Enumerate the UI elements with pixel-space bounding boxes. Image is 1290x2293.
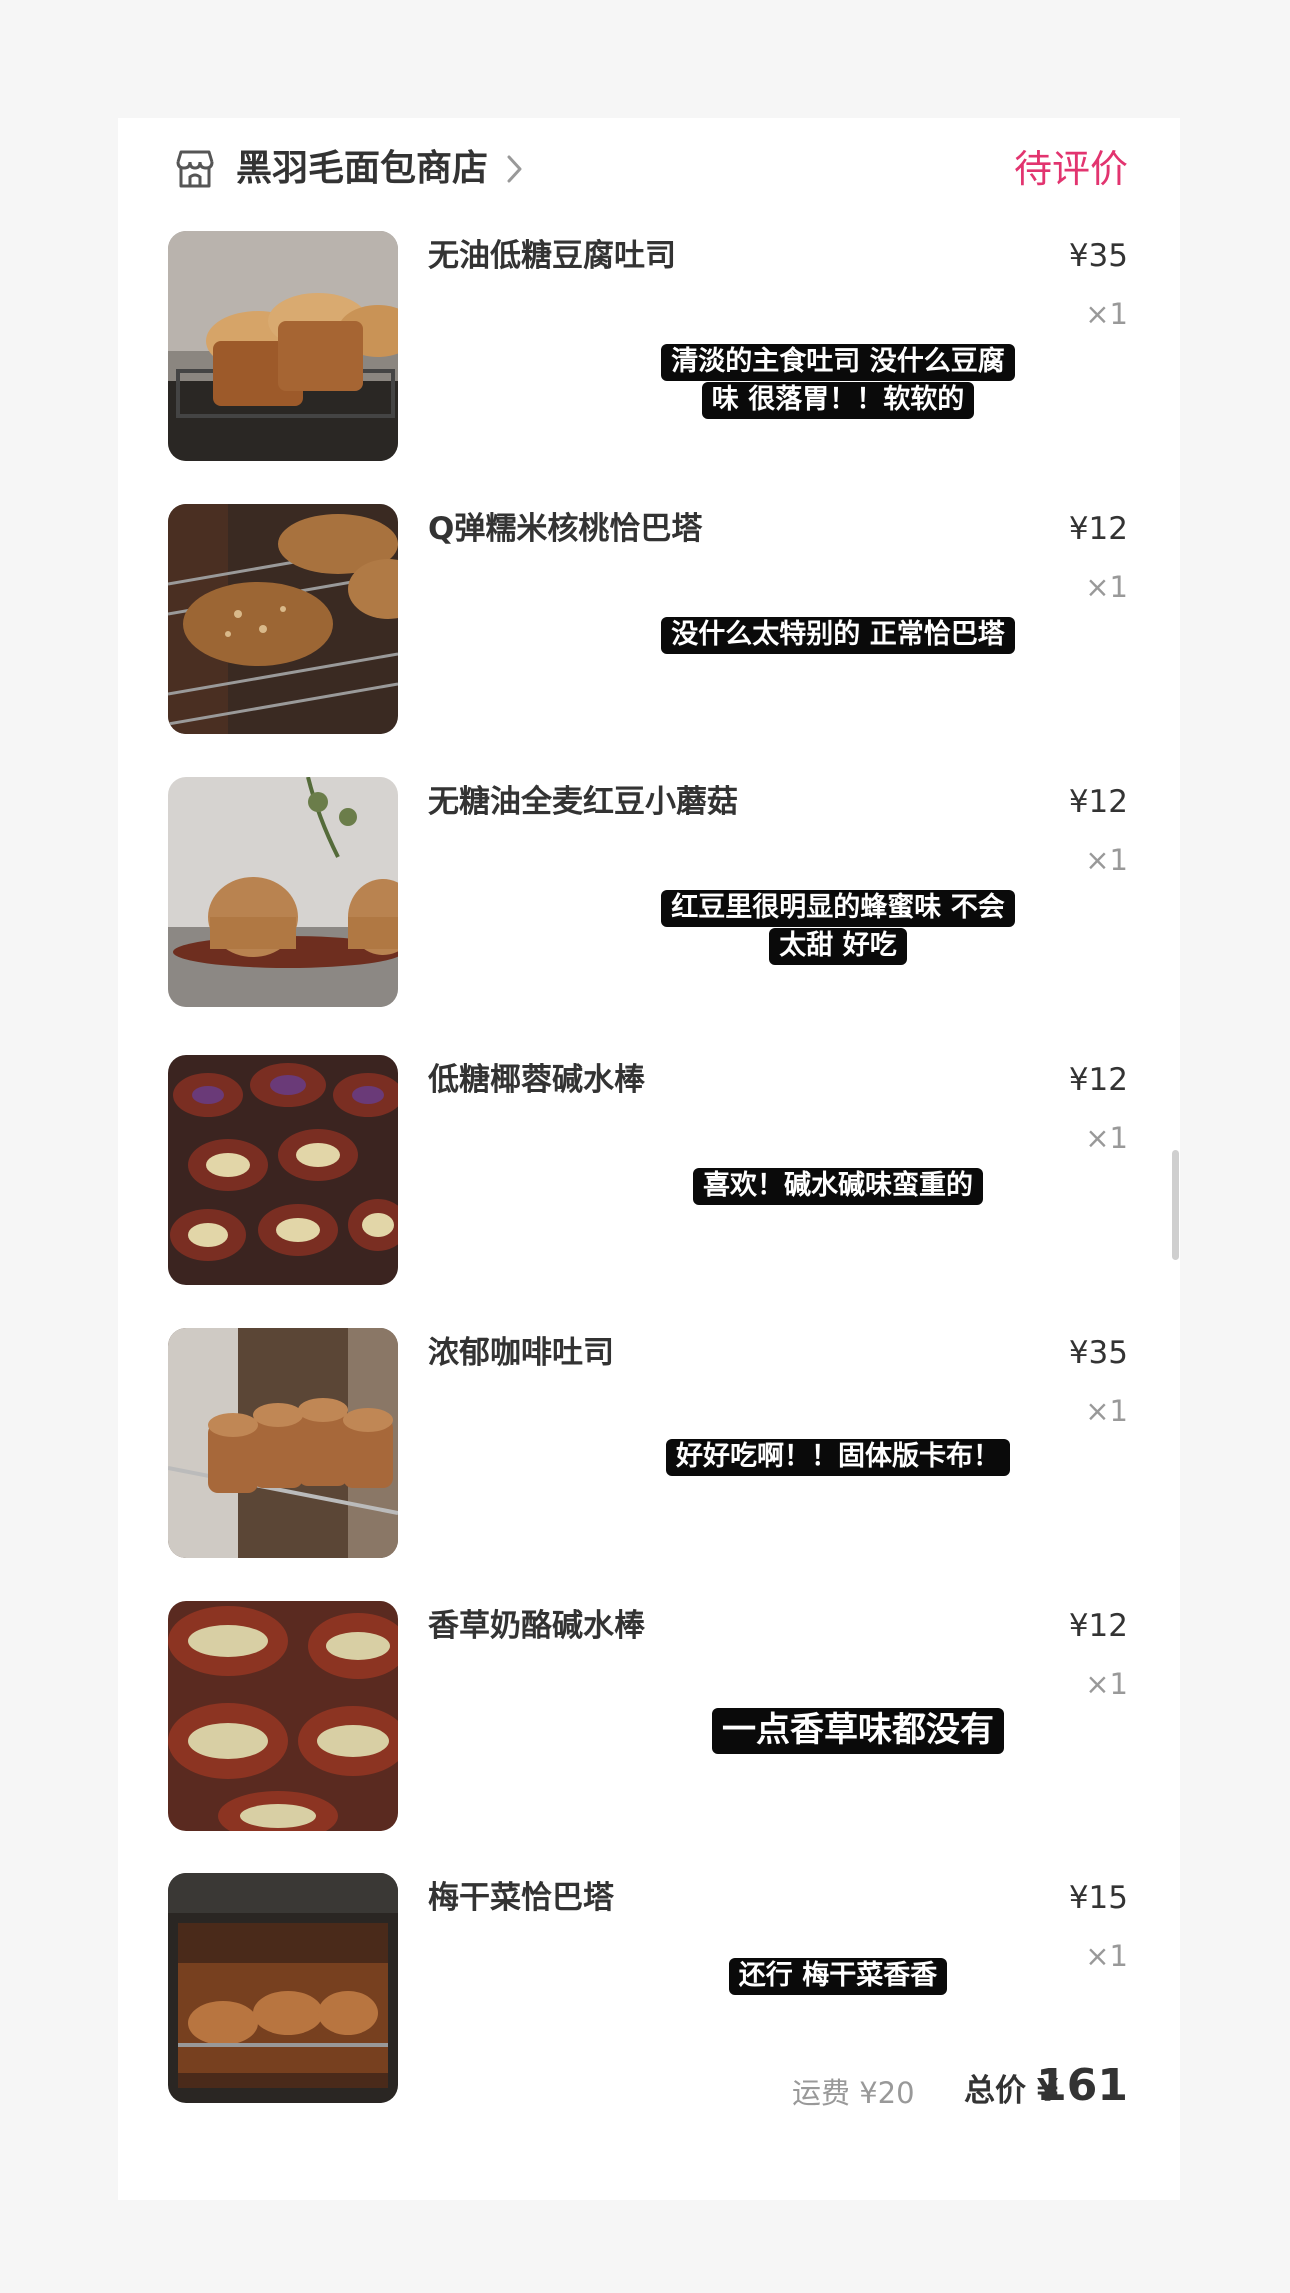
product-image[interactable] [168, 777, 398, 1007]
product-price: ¥35 [1068, 238, 1128, 274]
product-quantity: ×1 [1085, 1939, 1128, 1973]
caption-line: 清淡的主食吐司 没什么豆腐 [661, 344, 1015, 381]
product-name[interactable]: 浓郁咖啡吐司 [428, 1330, 614, 1376]
order-status: 待评价 [1013, 147, 1128, 191]
product-price: ¥15 [1068, 1880, 1128, 1916]
product-name[interactable]: 低糖椰蓉碱水棒 [428, 1057, 645, 1103]
caption-line: 好好吃啊！！固体版卡布！ [666, 1439, 1010, 1476]
product-image[interactable] [168, 504, 398, 734]
shop-header[interactable]: 黑羽毛面包商店 待评价 [118, 118, 1180, 220]
order-item[interactable]: 无油低糖豆腐吐司 ¥35 ×1 清淡的主食吐司 没什么豆腐 味 很落胃！！软软的 [118, 231, 1180, 463]
product-photo-walnut-ciabatta [168, 504, 398, 734]
caption-line: 红豆里很明显的蜂蜜味 不会 [661, 890, 1015, 927]
product-price: ¥35 [1068, 1335, 1128, 1371]
review-caption: 还行 梅干菜香香 [648, 1957, 1028, 1995]
product-image[interactable] [168, 1328, 398, 1558]
product-image[interactable] [168, 1055, 398, 1285]
caption-line: 太甜 好吃 [769, 928, 907, 965]
product-quantity: ×1 [1085, 1121, 1128, 1155]
product-price: ¥12 [1068, 511, 1128, 547]
review-caption: 喜欢！碱水碱味蛮重的 [648, 1167, 1028, 1205]
product-quantity: ×1 [1085, 297, 1128, 331]
product-name[interactable]: Q弹糯米核桃恰巴塔 [428, 506, 702, 552]
total-price: 161 [1036, 2060, 1128, 2111]
product-name[interactable]: 香草奶酪碱水棒 [428, 1603, 645, 1649]
scrollbar-thumb[interactable] [1172, 1150, 1179, 1260]
caption-line: 还行 梅干菜香香 [728, 1958, 948, 1995]
order-item[interactable]: 无糖油全麦红豆小蘑菇 ¥12 ×1 红豆里很明显的蜂蜜味 不会 太甜 好吃 [118, 777, 1180, 1009]
product-price: ¥12 [1068, 1608, 1128, 1644]
product-photo-coffee-toast [168, 1328, 398, 1558]
review-caption: 好好吃啊！！固体版卡布！ [648, 1438, 1028, 1476]
caption-line: 没什么太特别的 正常恰巴塔 [661, 617, 1015, 654]
product-quantity: ×1 [1085, 843, 1128, 877]
product-photo-coconut-pretzel [168, 1055, 398, 1285]
shop-name[interactable]: 黑羽毛面包商店 [236, 144, 488, 194]
product-photo-vanilla-pretzel [168, 1601, 398, 1831]
product-name[interactable]: 无糖油全麦红豆小蘑菇 [428, 779, 738, 825]
order-item[interactable]: 浓郁咖啡吐司 ¥35 ×1 好好吃啊！！固体版卡布！ [118, 1328, 1180, 1560]
product-image[interactable] [168, 231, 398, 461]
product-photo-redbean-mushroom [168, 777, 398, 1007]
order-summary: 运费 ¥20 总价 ¥ 161 [118, 2053, 1180, 2133]
review-caption: 红豆里很明显的蜂蜜味 不会 太甜 好吃 [648, 889, 1028, 965]
product-quantity: ×1 [1085, 1667, 1128, 1701]
review-caption: 一点香草味都没有 [668, 1705, 1048, 1755]
product-name[interactable]: 无油低糖豆腐吐司 [428, 233, 676, 279]
order-item[interactable]: 低糖椰蓉碱水棒 ¥12 ×1 喜欢！碱水碱味蛮重的 [118, 1055, 1180, 1287]
product-quantity: ×1 [1085, 570, 1128, 604]
review-caption: 清淡的主食吐司 没什么豆腐 味 很落胃！！软软的 [648, 343, 1028, 419]
product-price: ¥12 [1068, 1062, 1128, 1098]
shipping-fee: 运费 ¥20 [792, 2076, 915, 2110]
product-image[interactable] [168, 1601, 398, 1831]
order-item[interactable]: 香草奶酪碱水棒 ¥12 ×1 一点香草味都没有 [118, 1601, 1180, 1833]
caption-line: 一点香草味都没有 [712, 1708, 1004, 1754]
chevron-right-icon[interactable] [504, 152, 526, 186]
caption-line: 喜欢！碱水碱味蛮重的 [693, 1168, 983, 1205]
order-card: 黑羽毛面包商店 待评价 无油低糖豆腐吐司 ¥35 ×1 清淡的主食吐司 没什么豆… [118, 118, 1180, 2200]
review-caption: 没什么太特别的 正常恰巴塔 [648, 616, 1028, 654]
product-name[interactable]: 梅干菜恰巴塔 [428, 1875, 614, 1921]
product-photo-tofu-toast [168, 231, 398, 461]
order-item[interactable]: Q弹糯米核桃恰巴塔 ¥12 ×1 没什么太特别的 正常恰巴塔 [118, 504, 1180, 736]
shop-icon [176, 150, 214, 188]
caption-line: 味 很落胃！！软软的 [701, 382, 975, 419]
product-price: ¥12 [1068, 784, 1128, 820]
product-quantity: ×1 [1085, 1394, 1128, 1428]
